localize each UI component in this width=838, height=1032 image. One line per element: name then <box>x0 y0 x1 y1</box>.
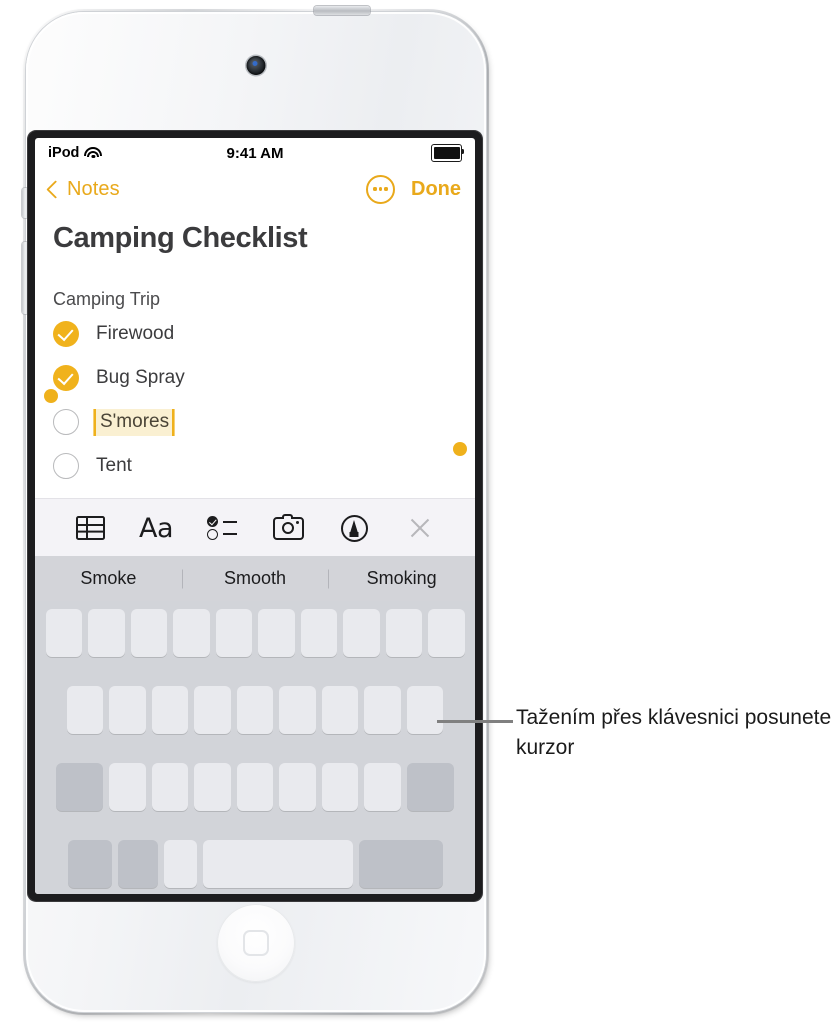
keyboard-key[interactable] <box>321 763 359 811</box>
checklist-item-label: Firewood <box>96 323 175 344</box>
suggestion-3[interactable]: Smoking <box>328 568 475 589</box>
keyboard-key[interactable] <box>194 686 231 734</box>
checklist-item-selected[interactable]: S'mores <box>44 389 467 456</box>
volume-up-button[interactable] <box>22 188 29 218</box>
markup-button[interactable] <box>321 499 387 557</box>
status-bar-right <box>283 144 464 162</box>
note-editor-toolbar: Aa <box>35 498 475 557</box>
keyboard-row-2 <box>38 686 472 734</box>
keyboard-key[interactable] <box>364 686 401 734</box>
on-screen-keyboard[interactable] <box>35 601 475 894</box>
keyboard-key[interactable] <box>406 686 444 734</box>
close-toolbar-button[interactable] <box>387 499 453 557</box>
keyboard-row-3 <box>38 763 472 811</box>
shift-key[interactable] <box>56 763 104 811</box>
return-key[interactable] <box>358 840 443 888</box>
callout-text: Tažením přes klávesnici posunete kurzor <box>516 706 832 759</box>
power-button[interactable] <box>314 6 370 15</box>
numbers-key[interactable] <box>67 840 112 888</box>
checklist-item[interactable]: Tent <box>53 444 457 488</box>
ipod-touch-device: iPod 9:41 AM Notes Done Camping Checklis… <box>22 6 489 1015</box>
device-screen: iPod 9:41 AM Notes Done Camping Checklis… <box>35 138 475 894</box>
keyboard-key[interactable] <box>215 609 252 657</box>
table-icon <box>75 516 105 540</box>
more-options-icon[interactable] <box>366 174 395 204</box>
status-bar: iPod 9:41 AM <box>35 138 475 168</box>
keyboard-key[interactable] <box>109 686 146 734</box>
back-button-label: Notes <box>67 177 120 200</box>
keyboard-key[interactable] <box>109 763 146 811</box>
close-icon <box>408 516 432 540</box>
front-camera-icon <box>246 56 266 75</box>
camera-icon <box>272 513 304 540</box>
checklist-button[interactable] <box>189 499 255 557</box>
note-content[interactable]: Camping Checklist Camping Trip Firewood … <box>35 210 475 488</box>
checklist-item[interactable]: Firewood <box>53 312 457 356</box>
selected-text[interactable]: S'mores <box>96 408 173 436</box>
checkbox-unchecked-icon[interactable] <box>53 453 79 479</box>
keyboard-key[interactable] <box>343 609 380 657</box>
space-key[interactable] <box>202 840 353 888</box>
emoji-key[interactable] <box>117 840 158 888</box>
keyboard-key[interactable] <box>428 609 465 657</box>
status-bar-clock: 9:41 AM <box>226 144 284 162</box>
keyboard-key[interactable] <box>173 609 210 657</box>
done-button[interactable]: Done <box>411 178 461 201</box>
checkbox-unchecked-icon[interactable] <box>53 409 79 435</box>
checklist-icon <box>207 516 237 540</box>
keyboard-key[interactable] <box>236 763 274 811</box>
keyboard-key[interactable] <box>279 763 316 811</box>
keyboard-key[interactable] <box>321 686 359 734</box>
back-to-notes-button[interactable]: Notes <box>46 177 120 201</box>
wifi-icon <box>84 147 103 159</box>
navigation-bar: Notes Done <box>35 168 475 210</box>
callout-leader-line <box>437 720 513 723</box>
keyboard-key[interactable] <box>300 609 337 657</box>
keyboard-key[interactable] <box>279 686 316 734</box>
markup-icon <box>340 514 368 542</box>
chevron-left-icon <box>46 179 65 199</box>
checklist-item[interactable]: Bug Spray <box>53 356 457 400</box>
keyboard-key[interactable] <box>258 609 295 657</box>
table-button[interactable] <box>57 499 123 557</box>
keyboard-row-4 <box>38 840 472 888</box>
keyboard-key[interactable] <box>45 609 82 657</box>
keyboard-key[interactable] <box>130 609 167 657</box>
format-icon: Aa <box>138 512 174 544</box>
keyboard-key[interactable] <box>194 763 231 811</box>
dictation-key[interactable] <box>163 840 197 888</box>
keyboard-row-1 <box>38 609 472 657</box>
keyboard-key[interactable] <box>151 686 189 734</box>
camera-button[interactable] <box>255 499 321 557</box>
selection-handle-start[interactable] <box>44 389 58 403</box>
keyboard-key[interactable] <box>88 609 125 657</box>
navigation-bar-right: Done <box>366 174 461 204</box>
checkbox-checked-icon[interactable] <box>53 365 79 391</box>
keyboard-key[interactable] <box>236 686 274 734</box>
delete-key[interactable] <box>406 763 454 811</box>
checklist-item-label: Tent <box>96 455 132 476</box>
checkbox-checked-icon[interactable] <box>53 321 79 347</box>
predictive-text-bar: Smoke Smooth Smoking <box>35 556 475 601</box>
status-bar-left: iPod <box>48 145 227 161</box>
suggestion-2[interactable]: Smooth <box>182 568 329 589</box>
home-button[interactable] <box>217 904 295 982</box>
selection-handle-end[interactable] <box>453 442 467 456</box>
suggestion-1[interactable]: Smoke <box>35 568 182 589</box>
keyboard-key[interactable] <box>385 609 422 657</box>
keyboard-key[interactable] <box>66 686 104 734</box>
checklist-item-label: Bug Spray <box>96 367 185 388</box>
note-subtitle: Camping Trip <box>53 289 161 309</box>
volume-down-button[interactable] <box>22 242 29 314</box>
format-button[interactable]: Aa <box>123 499 189 557</box>
keyboard-key[interactable] <box>364 763 401 811</box>
note-title: Camping Checklist <box>53 222 308 254</box>
battery-icon <box>431 144 464 162</box>
carrier-label: iPod <box>48 145 80 161</box>
keyboard-key[interactable] <box>151 763 189 811</box>
